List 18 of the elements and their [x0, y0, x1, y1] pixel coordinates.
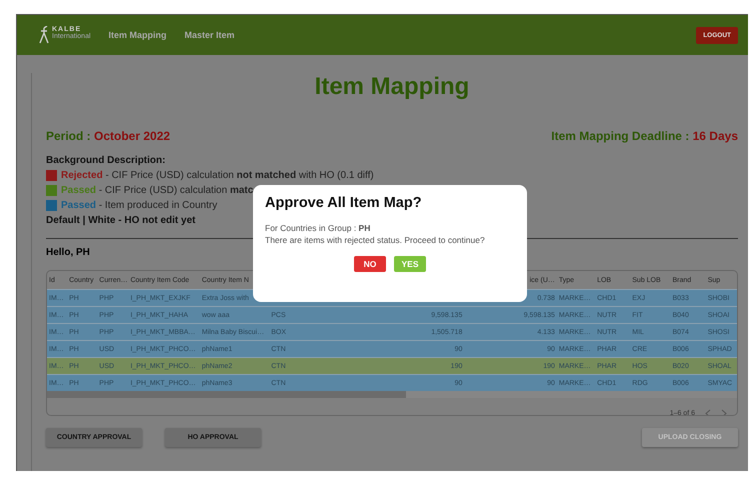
greeting: Hello, PH: [46, 247, 90, 258]
logo-icon: [39, 26, 49, 44]
nav-link[interactable]: Master Item: [184, 30, 235, 40]
legend-text: Rejected - CIF Price (USD) calculation not matched with HO (0.1 diff): [61, 170, 374, 181]
horizontal-scrollbar[interactable]: [47, 391, 737, 398]
deadline-label: Item Mapping Deadline : 16 Days: [551, 129, 738, 143]
default-note: Default | White - HO not edit yet: [46, 215, 196, 226]
dialog-message: There are items with rejected status. Proceed to continue?: [265, 235, 485, 245]
period-label: Period : October 2022: [46, 129, 170, 143]
background-heading: Background Description:: [46, 155, 166, 166]
dialog-group-text: For Countries in Group : PH: [265, 223, 370, 233]
legend-text: Passed - Item produced in Country: [61, 200, 218, 211]
legend-text: Passed - CIF Price (USD) calculation matc: [61, 185, 254, 196]
no-button[interactable]: NO: [354, 256, 386, 272]
page-title: Item Mapping: [314, 73, 470, 100]
dialog-title: Approve All Item Map?: [265, 195, 422, 211]
nav-link[interactable]: Item Mapping: [108, 30, 167, 40]
yes-button[interactable]: YES: [394, 256, 426, 272]
